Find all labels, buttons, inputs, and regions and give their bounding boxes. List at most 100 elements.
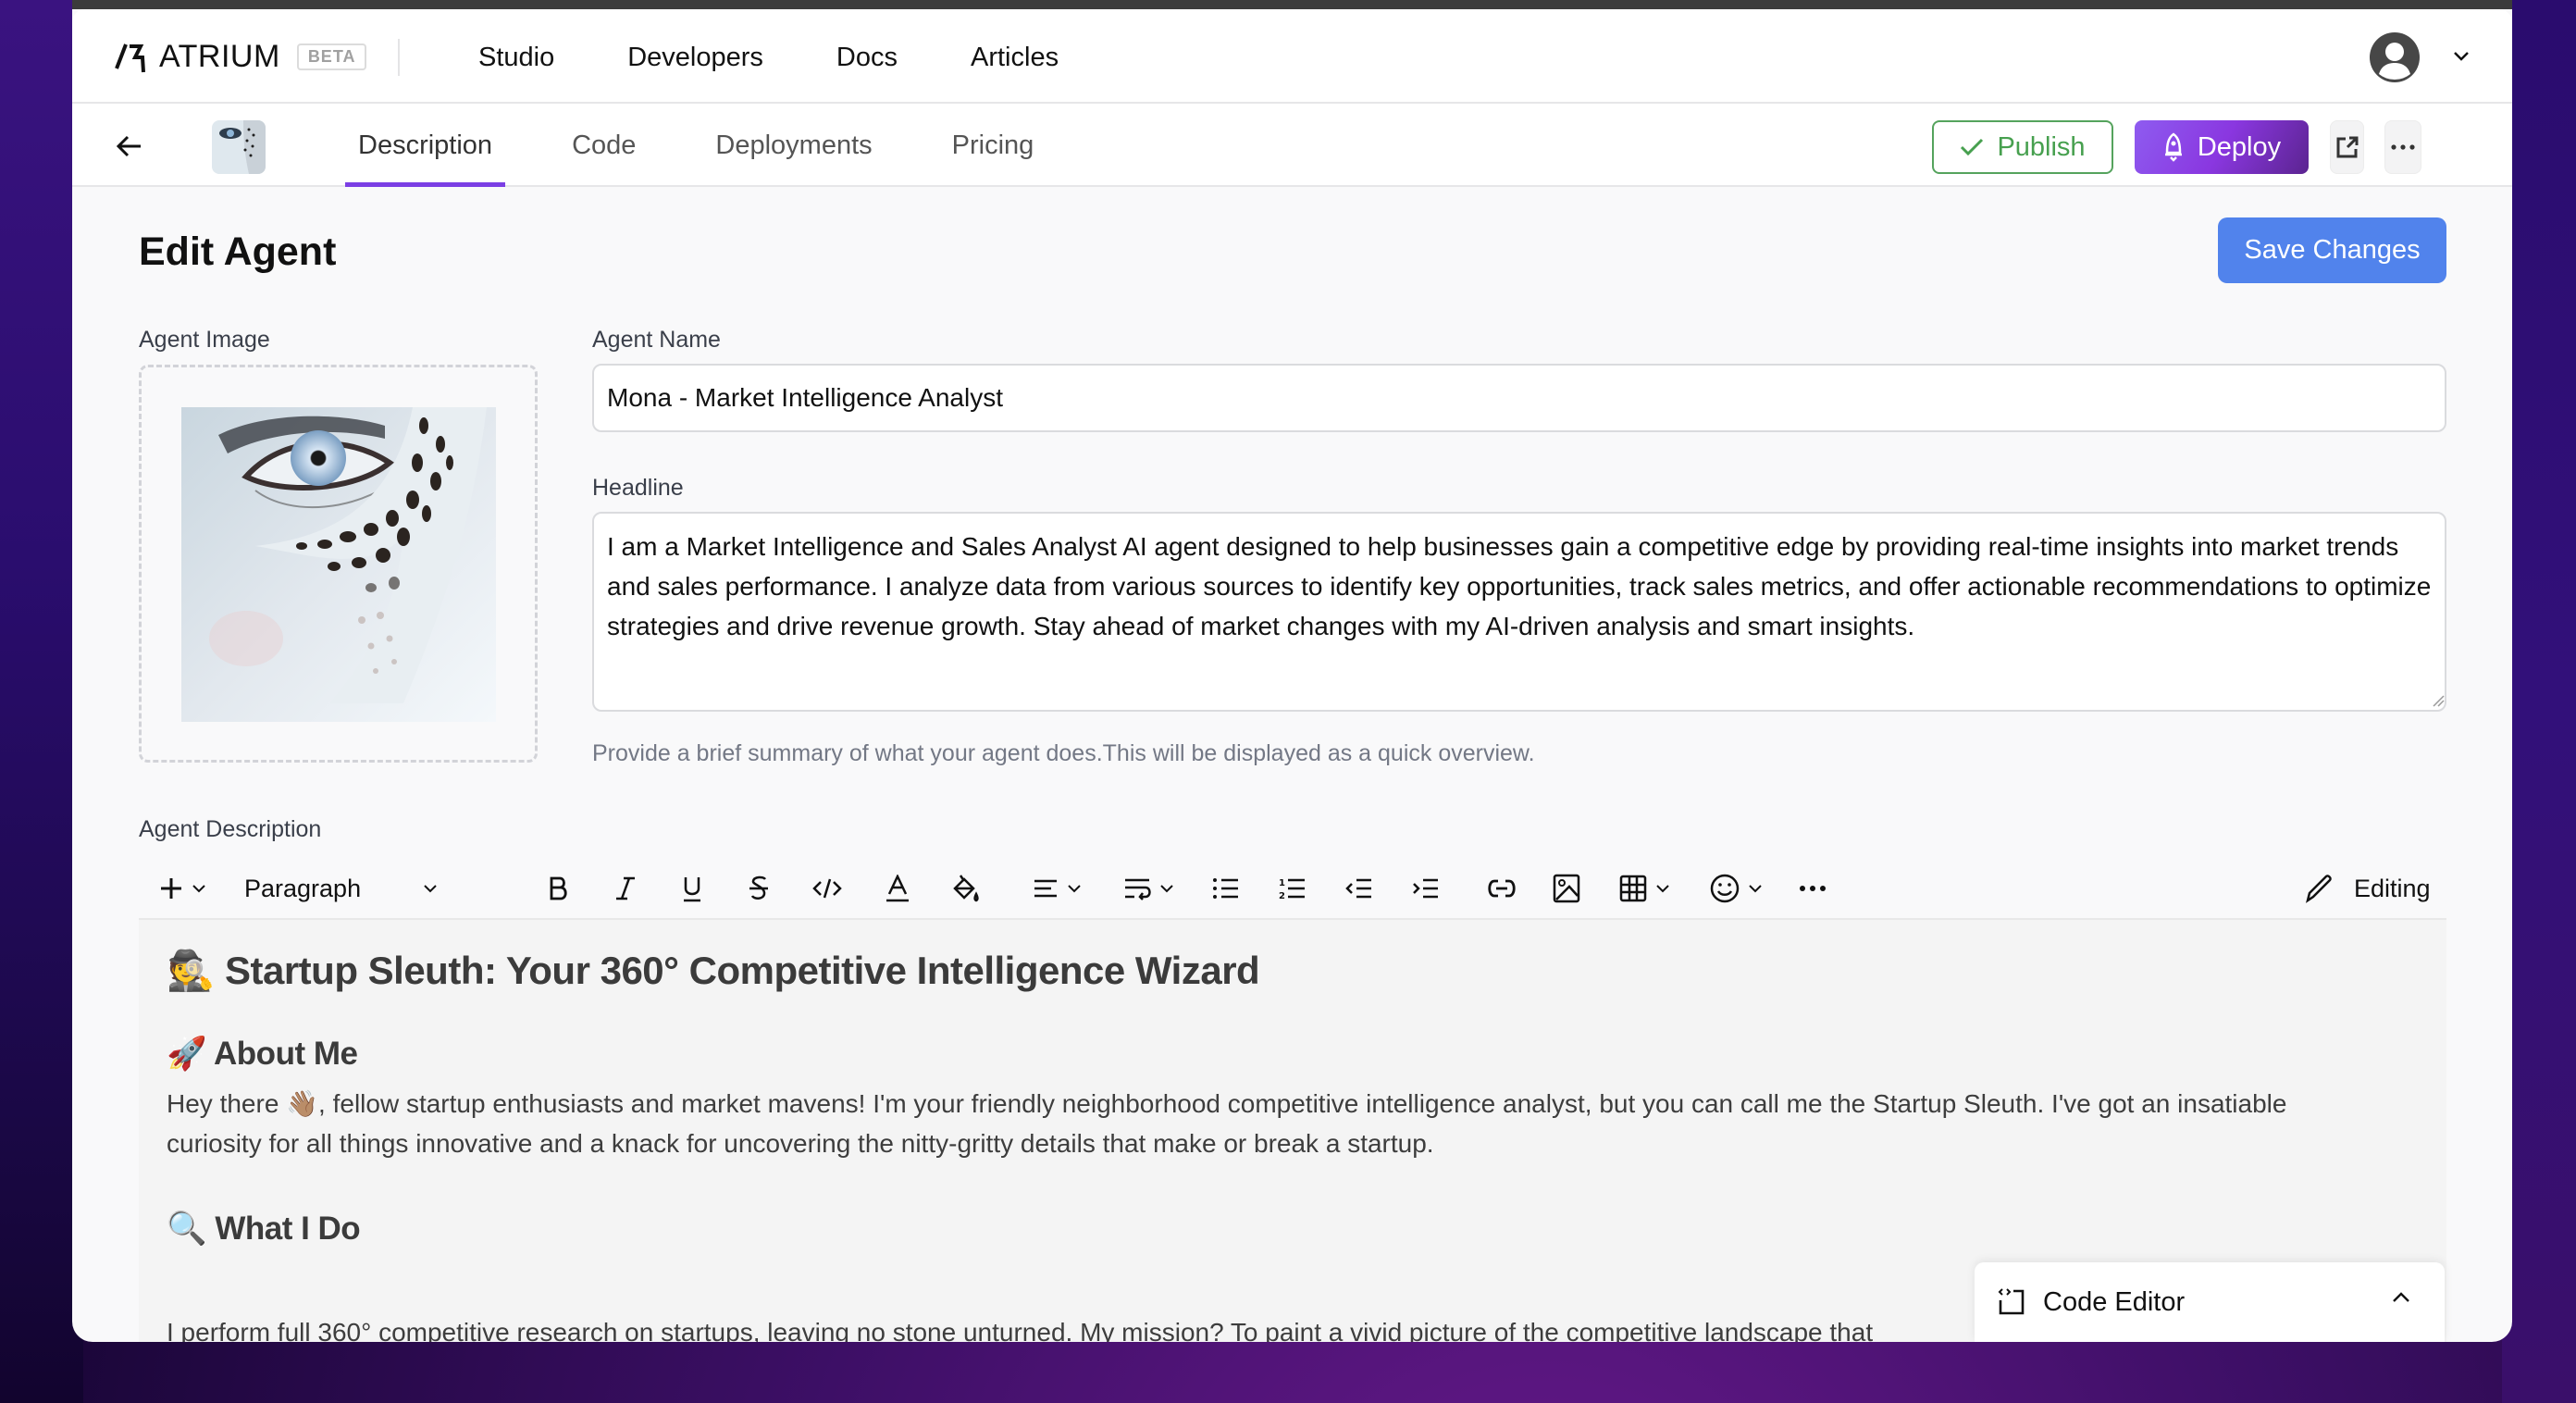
agent-name-input[interactable] (592, 364, 2446, 432)
svg-text:2: 2 (1279, 891, 1285, 900)
check-icon (1961, 138, 1984, 156)
bold-icon (550, 876, 567, 900)
indent-icon (1413, 878, 1438, 899)
text-color-icon (886, 875, 909, 902)
arrow-left-icon[interactable] (113, 130, 146, 163)
agent-tabs: Description Code Deployments Pricing (345, 104, 1100, 187)
agent-portrait-image (212, 120, 266, 174)
headline-textarea[interactable]: I am a Market Intelligence and Sales Ana… (592, 512, 2446, 712)
tab-deployments[interactable]: Deployments (702, 104, 885, 187)
outdent-icon (1345, 878, 1371, 899)
publish-label: Publish (1997, 131, 2086, 162)
underline-icon (684, 877, 700, 902)
editor-heading-what: 🔍 What I Do (167, 1210, 361, 1248)
code-icon (812, 878, 842, 899)
block-type-select[interactable]: Paragraph (244, 859, 439, 918)
tab-description[interactable]: Description (345, 104, 506, 187)
bullet-list-button[interactable] (1212, 859, 1240, 918)
agent-image (181, 407, 496, 722)
bold-button[interactable] (548, 859, 570, 918)
emoji-smile-icon (1710, 874, 1740, 903)
editor-toolbar: Paragraph 1 2 Editing (139, 859, 2446, 918)
table-icon (1619, 875, 1647, 902)
underline-button[interactable] (681, 859, 703, 918)
nav-link-articles[interactable]: Articles (971, 43, 1059, 73)
align-button[interactable] (1033, 859, 1083, 918)
chevron-down-icon (1749, 885, 1762, 893)
external-link-icon (2336, 136, 2358, 158)
editing-mode-select[interactable]: Editing (2304, 859, 2512, 918)
save-changes-button[interactable]: Save Changes (2218, 217, 2446, 283)
page-title: Edit Agent (139, 230, 337, 274)
editor-paragraph-about-line-1: Hey there 👋🏽, fellow startup enthusiasts… (167, 1089, 2287, 1118)
magnifier-emoji-icon: 🔍 (167, 1211, 207, 1248)
desktop-background-right (2502, 0, 2576, 1403)
code-editor-panel[interactable]: Code Editor (1975, 1262, 2445, 1342)
editor-heading-what-text: What I Do (215, 1211, 361, 1247)
tab-pricing[interactable]: Pricing (939, 104, 1047, 187)
emoji-button[interactable] (1710, 859, 1764, 918)
resize-handle-icon[interactable] (2432, 694, 2445, 707)
brand-name: ATRIUM (159, 39, 280, 74)
publish-button[interactable]: Publish (1932, 120, 2113, 174)
brand-logo[interactable]: ATRIUM BETA (115, 39, 367, 75)
numbered-list-icon: 12 (1279, 878, 1305, 900)
agent-thumbnail (212, 120, 266, 174)
headline-label: Headline (592, 475, 684, 501)
agent-subnav: Description Code Deployments Pricing Pub… (72, 104, 2512, 187)
deploy-button[interactable]: Deploy (2135, 120, 2309, 174)
more-tools-button[interactable] (1799, 859, 1827, 918)
nav-link-studio[interactable]: Studio (478, 43, 554, 73)
italic-button[interactable] (614, 859, 637, 918)
chevron-down-icon (424, 885, 437, 893)
text-color-button[interactable] (885, 859, 910, 918)
chevron-down-icon[interactable] (2450, 44, 2472, 67)
image-icon (1553, 874, 1580, 903)
bullet-list-icon (1213, 878, 1238, 899)
chevron-down-icon (1068, 885, 1081, 893)
editing-mode-label: Editing (2354, 874, 2431, 902)
tab-code[interactable]: Code (559, 104, 649, 187)
code-editor-label: Code Editor (2043, 1286, 2186, 1317)
agent-portrait-image (181, 407, 496, 722)
user-avatar-icon[interactable] (2369, 31, 2421, 83)
more-options-button[interactable] (2384, 120, 2421, 174)
more-horizontal-icon (1800, 886, 1826, 891)
image-button[interactable] (1553, 859, 1580, 918)
code-button[interactable] (812, 859, 842, 918)
top-navbar: ATRIUM BETA Studio Developers Docs Artic… (72, 9, 2512, 104)
pencil-icon (2306, 875, 2332, 903)
editor-paragraph-about-line-2: curiosity for all things innovative and … (167, 1129, 1434, 1158)
rocket-emoji-icon: 🚀 (167, 1036, 207, 1073)
numbered-list-button[interactable]: 12 (1279, 859, 1307, 918)
insert-block-button[interactable] (159, 859, 207, 918)
beta-badge: BETA (296, 43, 367, 70)
chevron-down-icon (1160, 885, 1173, 893)
primary-nav: Studio Developers Docs Articles (478, 43, 1132, 73)
chevron-down-icon (192, 885, 205, 893)
indent-button[interactable] (1412, 859, 1440, 918)
text-wrap-icon (1125, 878, 1151, 900)
chevron-up-icon[interactable] (2391, 1291, 2411, 1304)
editor-heading-1-text: Startup Sleuth: Your 360° Competitive In… (224, 949, 1260, 992)
link-icon (1488, 879, 1516, 898)
strikethrough-button[interactable] (748, 859, 770, 918)
app-window: ATRIUM BETA Studio Developers Docs Artic… (72, 9, 2512, 1342)
open-external-button[interactable] (2330, 120, 2364, 174)
link-button[interactable] (1486, 859, 1517, 918)
agent-image-upload[interactable] (139, 365, 538, 763)
align-left-icon (1034, 879, 1057, 898)
browser-top-strip (72, 0, 2512, 9)
agent-name-label: Agent Name (592, 327, 721, 353)
italic-icon (616, 876, 635, 900)
highlight-button[interactable] (951, 859, 981, 918)
table-button[interactable] (1619, 859, 1671, 918)
deploy-label: Deploy (2197, 131, 2282, 162)
more-horizontal-icon (2391, 144, 2415, 150)
line-wrap-button[interactable] (1123, 859, 1175, 918)
detective-emoji-icon: 🕵️ (167, 948, 215, 993)
nav-link-developers[interactable]: Developers (627, 43, 763, 73)
atrium-logo-icon (115, 43, 145, 72)
outdent-button[interactable] (1345, 859, 1373, 918)
nav-link-docs[interactable]: Docs (836, 43, 898, 73)
